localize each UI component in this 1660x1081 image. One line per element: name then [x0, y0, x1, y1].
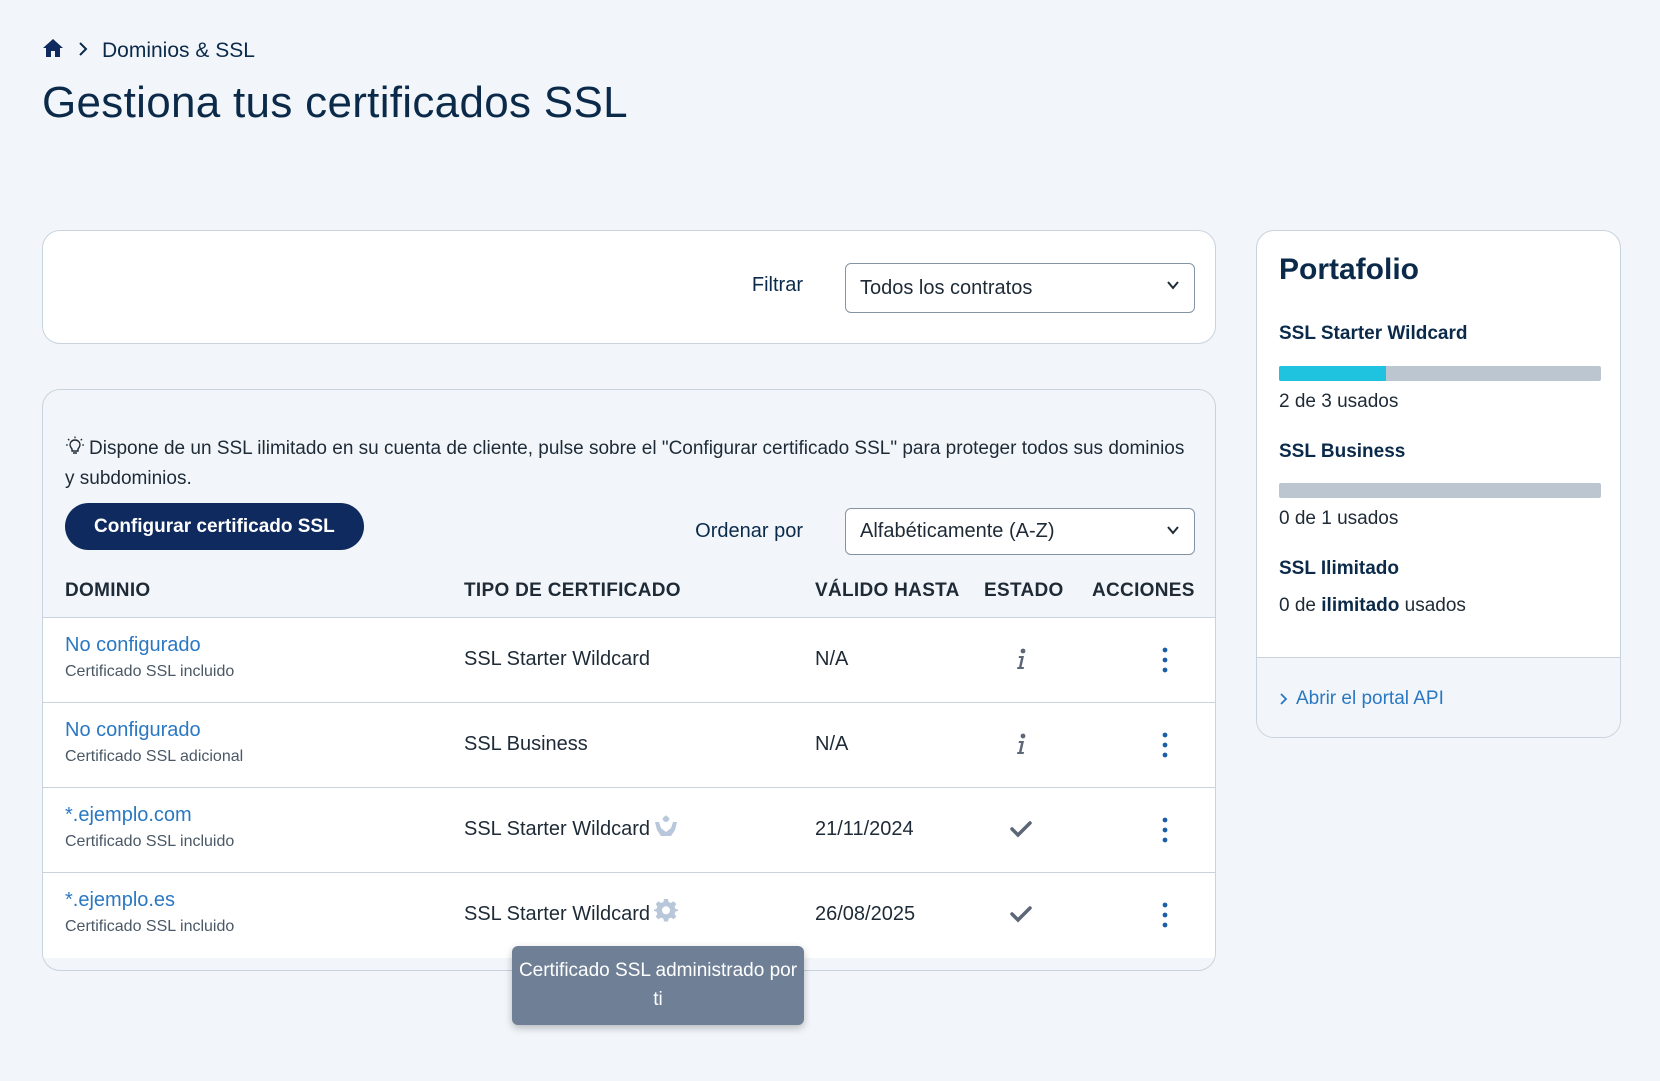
header-status: ESTADO: [984, 580, 1064, 601]
tooltip: Certificado SSL administrado por ti: [512, 946, 804, 1025]
domain-subtitle: Certificado SSL adicional: [65, 748, 244, 765]
chevron-down-icon: [1167, 281, 1179, 290]
certificate-type: SSL Starter Wildcard: [464, 903, 650, 925]
header-valid-until: VÁLIDO HASTA: [815, 580, 960, 601]
table-row: No configurado Certificado SSL adicional…: [43, 703, 1215, 788]
filter-label: Filtrar: [751, 274, 803, 296]
usage-text: 0 de ilimitado usados: [1279, 595, 1466, 616]
portfolio-item-name: SSL Business: [1279, 441, 1406, 462]
usage-progress-bar: [1279, 483, 1601, 498]
header-type: TIPO DE CERTIFICADO: [464, 580, 681, 601]
portfolio-footer: Abrir el portal API: [1257, 657, 1620, 737]
valid-until: 26/08/2025: [815, 903, 916, 925]
more-actions-icon[interactable]: [1159, 731, 1171, 759]
valid-until: N/A: [815, 733, 849, 755]
info-icon[interactable]: [1009, 646, 1033, 672]
domain-subtitle: Certificado SSL incluido: [65, 833, 235, 850]
certificate-type: SSL Business: [464, 733, 588, 755]
chevron-down-icon: [1167, 526, 1179, 535]
chevron-right-icon: [1280, 693, 1288, 705]
table-row: No configurado Certificado SSL incluido …: [43, 618, 1215, 703]
table-header: DOMINIO TIPO DE CERTIFICADO VÁLIDO HASTA…: [43, 568, 1215, 618]
usage-progress-bar: [1279, 366, 1601, 381]
lightbulb-icon: [66, 436, 84, 454]
portfolio-item-name: SSL Starter Wildcard: [1279, 323, 1468, 344]
domain-link[interactable]: No configurado: [65, 634, 234, 657]
more-actions-icon[interactable]: [1159, 646, 1171, 674]
sort-select[interactable]: Alfabéticamente (A-Z): [845, 508, 1195, 555]
filter-card: Filtrar Todos los contratos: [42, 230, 1216, 344]
portfolio-panel: Portafolio SSL Starter Wildcard 2 de 3 u…: [1256, 230, 1621, 738]
portfolio-item-name: SSL Ilimitado: [1279, 558, 1400, 579]
certificates-card: Dispone de un SSL ilimitado en su cuenta…: [42, 389, 1216, 971]
gear-icon[interactable]: [654, 898, 678, 922]
usage-text: 0 de 1 usados: [1279, 508, 1399, 529]
api-portal-link-label: Abrir el portal API: [1296, 688, 1444, 709]
home-icon[interactable]: [42, 38, 64, 64]
domain-subtitle: Certificado SSL incluido: [65, 663, 235, 680]
usage-text: 2 de 3 usados: [1279, 391, 1399, 412]
header-actions: ACCIONES: [1092, 580, 1195, 601]
certificate-type: SSL Starter Wildcard: [464, 648, 650, 670]
info-icon[interactable]: [1009, 731, 1033, 757]
valid-until: N/A: [815, 648, 849, 670]
sort-label: Ordenar por: [695, 520, 803, 542]
info-message: Dispone de un SSL ilimitado en su cuenta…: [65, 434, 1185, 494]
usage-progress-fill: [1279, 366, 1387, 381]
domain-link[interactable]: *.ejemplo.com: [65, 804, 234, 827]
certificates-table-body: No configurado Certificado SSL incluido …: [43, 618, 1215, 958]
portfolio-title: Portafolio: [1279, 253, 1419, 286]
contract-filter-select[interactable]: Todos los contratos: [845, 263, 1195, 313]
api-portal-link[interactable]: Abrir el portal API: [1279, 688, 1444, 710]
breadcrumb: Dominios & SSL: [42, 38, 255, 64]
domain-subtitle: Certificado SSL incluido: [65, 918, 235, 935]
configure-ssl-button[interactable]: Configurar certificado SSL: [65, 503, 364, 550]
domain-link[interactable]: *.ejemplo.es: [65, 889, 234, 912]
domain-link[interactable]: No configurado: [65, 719, 243, 742]
breadcrumb-current[interactable]: Dominios & SSL: [102, 39, 255, 63]
info-text: Dispone de un SSL ilimitado en su cuenta…: [65, 438, 1185, 489]
more-actions-icon[interactable]: [1159, 816, 1171, 844]
page-title: Gestiona tus certificados SSL: [42, 78, 628, 127]
checkmark-icon: [1009, 816, 1033, 842]
valid-until: 21/11/2024: [815, 818, 914, 840]
more-actions-icon[interactable]: [1159, 901, 1171, 929]
contract-filter-value: Todos los contratos: [860, 276, 1033, 299]
sort-value: Alfabéticamente (A-Z): [860, 520, 1055, 542]
chevron-right-icon: [78, 39, 88, 63]
checkmark-icon: [1009, 901, 1033, 927]
managed-hands-icon[interactable]: [654, 813, 678, 837]
table-row: *.ejemplo.com Certificado SSL incluido S…: [43, 788, 1215, 873]
header-domain: DOMINIO: [65, 580, 151, 601]
certificate-type: SSL Starter Wildcard: [464, 818, 650, 840]
